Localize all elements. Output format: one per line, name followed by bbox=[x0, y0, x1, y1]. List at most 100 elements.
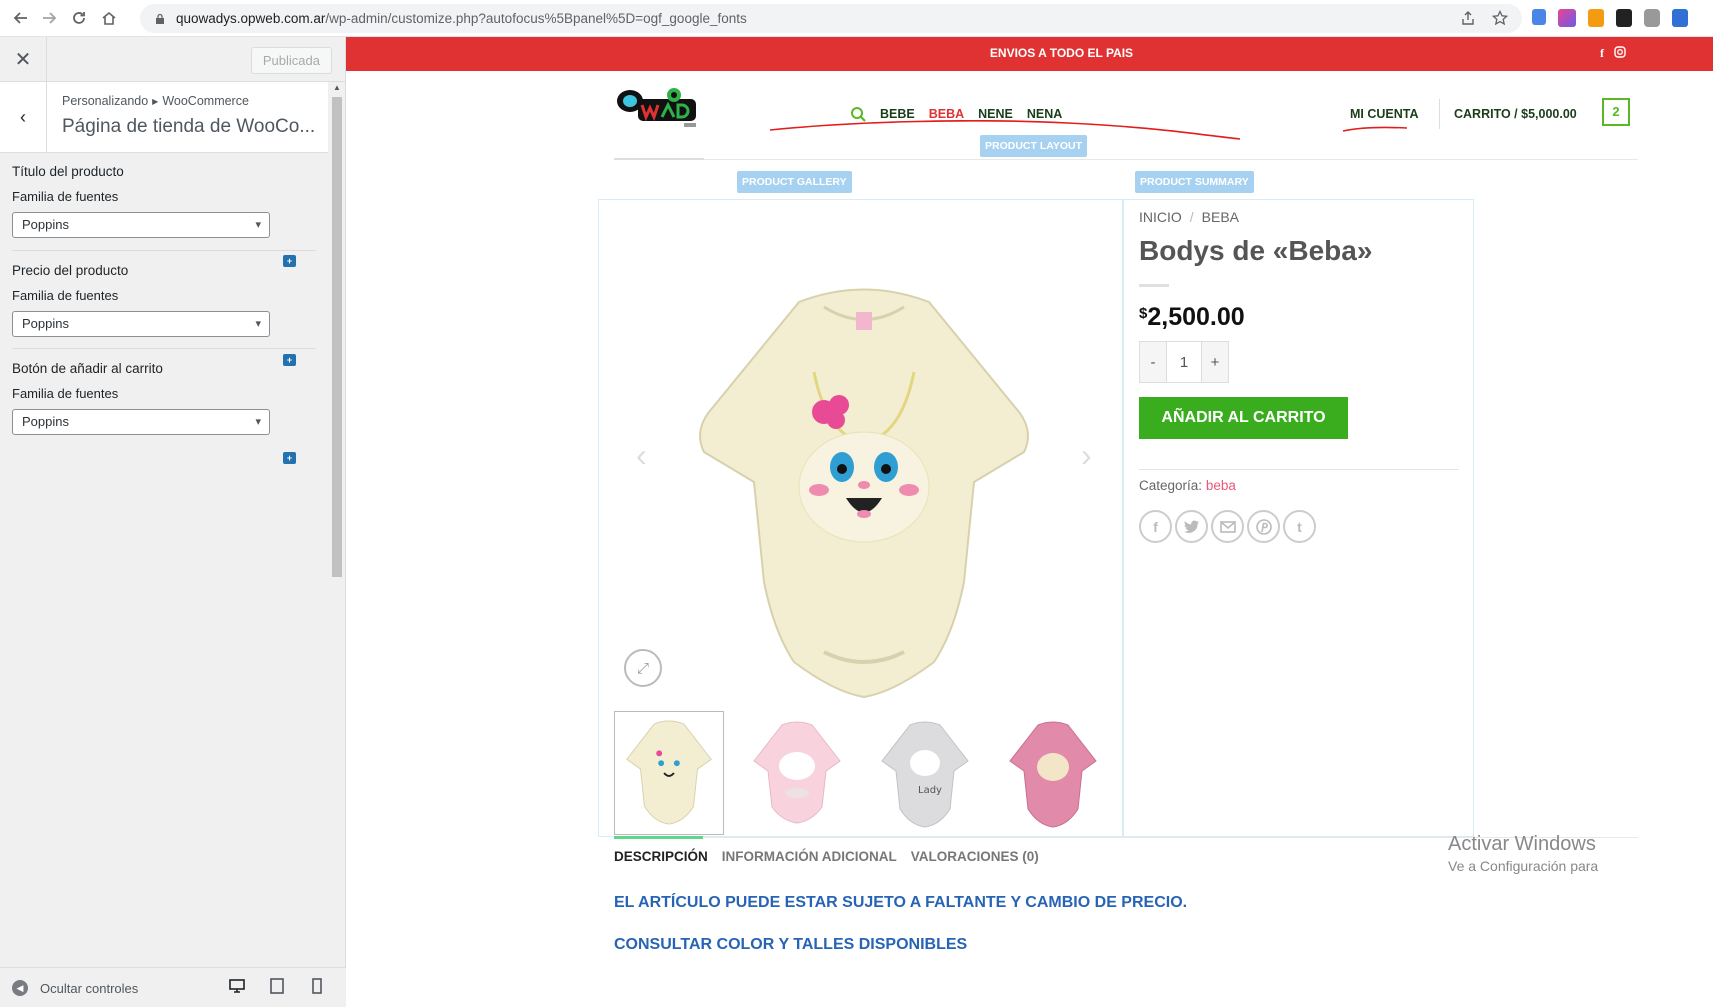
control-title: Precio del producto bbox=[12, 263, 129, 278]
extension-download-icon[interactable] bbox=[1672, 9, 1688, 27]
close-icon[interactable]: ✕ bbox=[0, 37, 47, 81]
header-divider bbox=[1439, 99, 1440, 129]
tab-description[interactable]: DESCRIPCIÓN bbox=[614, 849, 708, 864]
font-family-select[interactable]: Poppins bbox=[12, 212, 270, 238]
control-title: Título del producto bbox=[12, 164, 124, 179]
font-options-icon[interactable]: + bbox=[283, 452, 296, 464]
my-account-link[interactable]: MI CUENTA bbox=[1350, 107, 1419, 121]
gallery-prev-icon[interactable]: ‹ bbox=[636, 437, 647, 474]
email-share-icon[interactable] bbox=[1211, 510, 1244, 543]
cart-link[interactable]: CARRITO / $5,000.00 bbox=[1454, 107, 1577, 121]
url-path: /wp-admin/customize.php?autofocus%5Bpane… bbox=[325, 11, 747, 26]
browser-toolbar: quowadys.opweb.com.ar/wp-admin/customize… bbox=[0, 0, 1713, 37]
control-subtitle: Familia de fuentes bbox=[12, 189, 119, 204]
announcement-bar: ENVIOS A TODO EL PAIS f bbox=[346, 37, 1713, 71]
qty-input[interactable]: 1 bbox=[1166, 342, 1202, 382]
reload-icon[interactable] bbox=[64, 3, 94, 33]
share-icon[interactable] bbox=[1460, 10, 1476, 26]
back-chevron-icon[interactable]: ‹ bbox=[0, 82, 47, 153]
extension-gradient-icon[interactable] bbox=[1558, 9, 1576, 27]
font-family-select[interactable]: Poppins bbox=[12, 311, 270, 337]
tab-active-indicator bbox=[614, 836, 703, 839]
customizer-sidebar: ✕ Publicada ‹ Personalizando ▶ WooCommerce… bbox=[0, 37, 346, 1007]
quantity-stepper: - 1 + bbox=[1139, 341, 1229, 383]
extension-ruler-icon[interactable] bbox=[1588, 9, 1604, 27]
product-category: Categoría: beba bbox=[1139, 478, 1236, 493]
hide-controls-button[interactable]: ◀ Ocultar controles bbox=[12, 980, 138, 996]
divider bbox=[12, 250, 316, 251]
category-link[interactable]: beba bbox=[1206, 478, 1236, 493]
watermark-line-2: Ve a Configuración para bbox=[1448, 858, 1599, 874]
extension-eyedropper-icon[interactable] bbox=[1616, 9, 1632, 27]
triangle-right-icon: ▶ bbox=[152, 97, 159, 106]
description-line-2: CONSULTAR COLOR Y TALLES DISPONIBLES bbox=[614, 936, 968, 953]
sidebar-scrollbar[interactable]: ▲ ▼ bbox=[330, 83, 344, 1003]
mobile-preview-icon[interactable] bbox=[308, 977, 326, 995]
add-to-cart-button[interactable]: AÑADIR AL CARRITO bbox=[1139, 397, 1348, 439]
product-summary-chip[interactable]: PRODUCT SUMMARY bbox=[1135, 171, 1254, 193]
scroll-up-icon[interactable]: ▲ bbox=[333, 83, 341, 92]
title-divider bbox=[1139, 284, 1169, 287]
customizer-footer: ◀ Ocultar controles bbox=[0, 967, 346, 1007]
extension-camera-icon[interactable] bbox=[1644, 9, 1660, 27]
customizer-breadcrumb: Personalizando ▶ WooCommerce bbox=[62, 94, 249, 108]
extension-translate-icon[interactable] bbox=[1532, 9, 1546, 25]
site-logo[interactable] bbox=[616, 85, 702, 133]
divider bbox=[12, 348, 316, 349]
tab-reviews[interactable]: VALORACIONES (0) bbox=[911, 849, 1039, 864]
tablet-preview-icon[interactable] bbox=[268, 977, 286, 995]
facebook-icon[interactable]: f bbox=[1600, 46, 1604, 61]
font-family-select[interactable]: Poppins bbox=[12, 409, 270, 435]
desktop-preview-icon[interactable] bbox=[228, 977, 246, 995]
control-add-to-cart-button: Botón de añadir al carrito Familia de fu… bbox=[12, 361, 316, 435]
url-host: quowadys.opweb.com.ar bbox=[176, 11, 326, 26]
thumbnail-cream[interactable] bbox=[614, 711, 724, 835]
bookmark-star-icon[interactable] bbox=[1492, 10, 1508, 26]
scrollbar-thumb[interactable] bbox=[332, 97, 342, 577]
lock-icon bbox=[156, 13, 164, 24]
nav-item-nena[interactable]: NENA bbox=[1027, 107, 1062, 121]
control-product-price: Precio del producto Familia de fuentes P… bbox=[12, 263, 316, 337]
price-amount: 2,500.00 bbox=[1147, 303, 1245, 331]
category-label: Categoría: bbox=[1139, 478, 1203, 493]
product-main-image[interactable] bbox=[634, 252, 1094, 712]
product-breadcrumb: INICIO / BEBA bbox=[1139, 209, 1240, 225]
breadcrumb-category[interactable]: BEBA bbox=[1202, 209, 1239, 225]
share-buttons: f t bbox=[1139, 510, 1316, 543]
tab-additional-info[interactable]: INFORMACIÓN ADICIONAL bbox=[722, 849, 897, 864]
product-tabs: DESCRIPCIÓN INFORMACIÓN ADICIONAL VALORA… bbox=[614, 849, 1039, 864]
thumbnail-rose[interactable] bbox=[998, 711, 1108, 835]
forward-icon[interactable] bbox=[34, 3, 64, 33]
cart-count-badge[interactable]: 2 bbox=[1602, 98, 1630, 126]
control-subtitle: Familia de fuentes bbox=[12, 288, 119, 303]
twitter-share-icon[interactable] bbox=[1175, 510, 1208, 543]
qty-increase-button[interactable]: + bbox=[1202, 342, 1228, 382]
windows-activation-watermark: Activar Windows Ve a Configuración para bbox=[1448, 833, 1598, 874]
qty-decrease-button[interactable]: - bbox=[1140, 342, 1166, 382]
home-icon[interactable] bbox=[94, 3, 124, 33]
publish-button[interactable]: Publicada bbox=[250, 47, 332, 74]
summary-divider bbox=[1139, 469, 1459, 470]
address-bar[interactable]: quowadys.opweb.com.ar/wp-admin/customize… bbox=[140, 4, 1522, 33]
thumbnail-pink[interactable] bbox=[742, 711, 852, 835]
control-subtitle: Familia de fuentes bbox=[12, 386, 119, 401]
product-gallery-chip[interactable]: PRODUCT GALLERY bbox=[737, 171, 852, 193]
control-product-title: Título del producto Familia de fuentes P… bbox=[12, 164, 316, 238]
product-layout-chip[interactable]: PRODUCT LAYOUT bbox=[980, 135, 1088, 157]
thumbnail-grey[interactable]: Lady bbox=[870, 711, 980, 835]
product-price: $2,500.00 bbox=[1139, 303, 1245, 332]
nav-item-beba[interactable]: BEBA bbox=[929, 107, 964, 121]
nav-item-nene[interactable]: NENE bbox=[978, 107, 1013, 121]
facebook-share-icon[interactable]: f bbox=[1139, 510, 1172, 543]
gallery-next-icon[interactable]: › bbox=[1081, 437, 1092, 474]
tumblr-share-icon[interactable]: t bbox=[1283, 510, 1316, 543]
svg-text:Lady: Lady bbox=[918, 785, 942, 796]
breadcrumb-woocommerce: WooCommerce bbox=[162, 94, 249, 108]
pinterest-share-icon[interactable] bbox=[1247, 510, 1280, 543]
zoom-expand-icon[interactable]: ⤢ bbox=[624, 649, 662, 687]
instagram-icon[interactable] bbox=[1614, 46, 1626, 58]
header-bottom-border bbox=[614, 159, 1638, 160]
nav-item-bebe[interactable]: BEBE bbox=[880, 107, 915, 121]
breadcrumb-home[interactable]: INICIO bbox=[1139, 209, 1182, 225]
back-icon[interactable] bbox=[6, 3, 36, 33]
